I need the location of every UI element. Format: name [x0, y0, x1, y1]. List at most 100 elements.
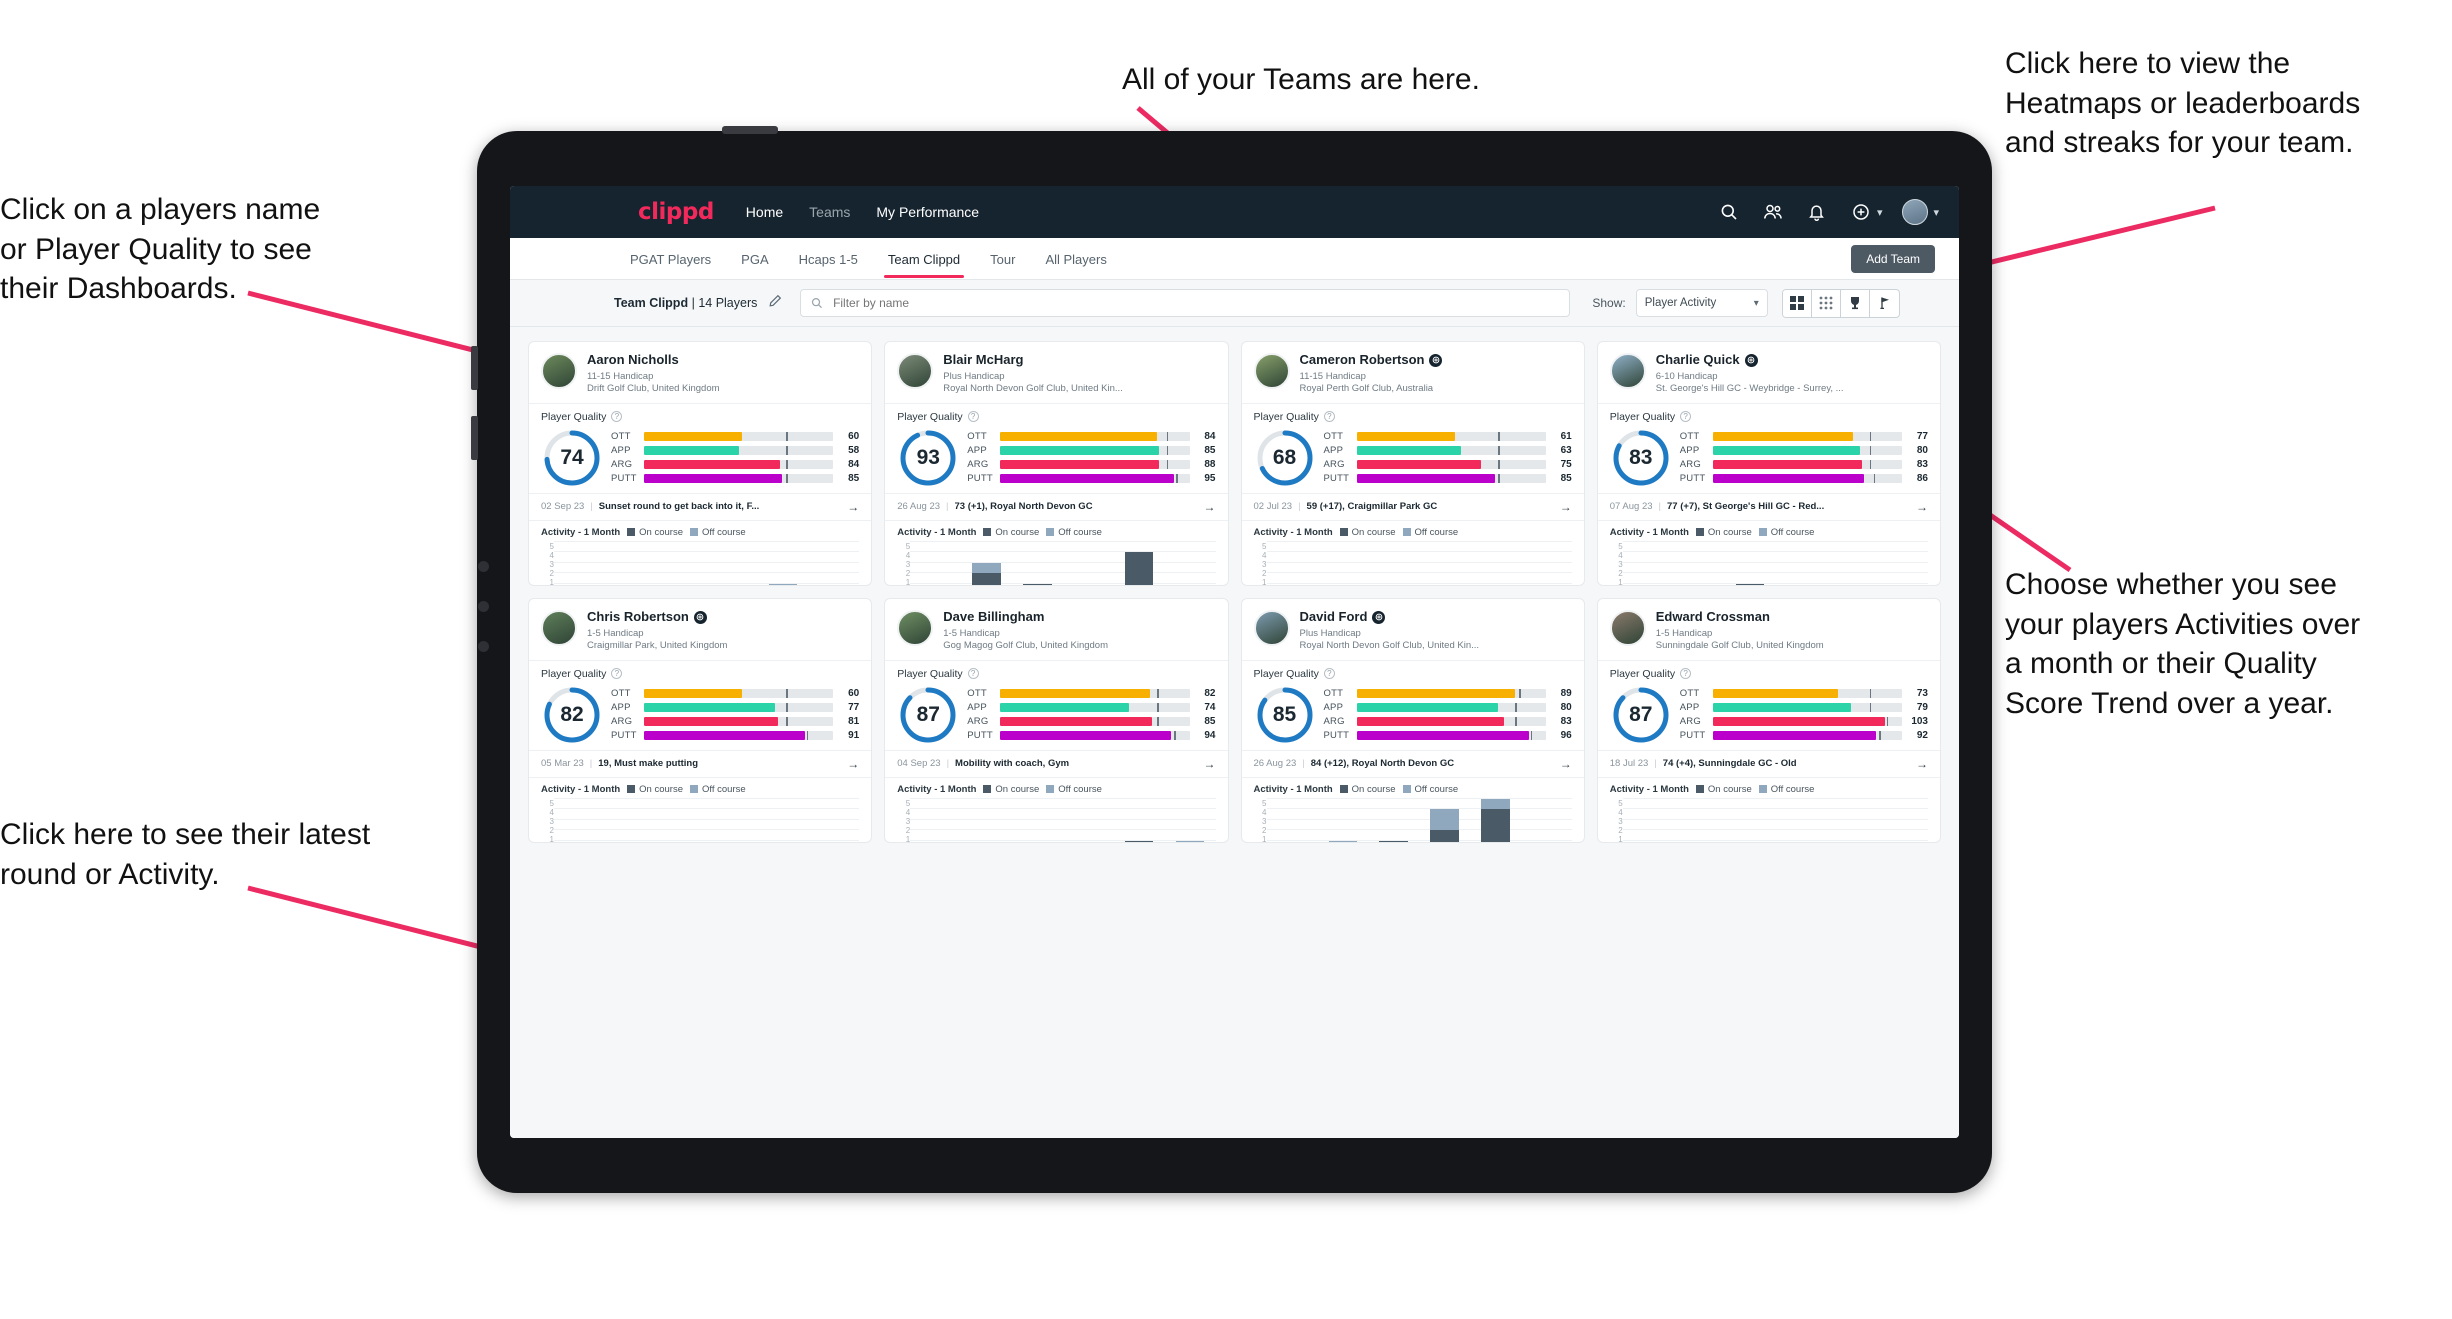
player-name-row[interactable]: Chris Robertson: [587, 609, 727, 625]
legend-swatch: [1758, 528, 1767, 537]
chevron-down-icon[interactable]: ▾: [1933, 206, 1939, 219]
player-quality-section[interactable]: Player Quality? 82 OTT 60 APP 77 ARG 81 PUTT 91: [529, 661, 871, 750]
latest-round-row[interactable]: 04 Sep 23 | Mobility with coach, Gym →: [885, 749, 1228, 778]
tab-all-players[interactable]: All Players: [1045, 240, 1106, 278]
view-toggle-group[interactable]: [1781, 288, 1900, 318]
player-club: Craigmillar Park, United Kingdom: [587, 639, 728, 651]
player-card-header[interactable]: Cameron Robertson 11-15 Handicap Royal Per…: [1241, 342, 1584, 404]
latest-round-row[interactable]: 26 Aug 23 | 84 (+12), Royal North Devon GC…: [1241, 749, 1584, 778]
latest-round-row[interactable]: 05 Mar 23 | 19, Must make putting →: [529, 749, 872, 778]
player-card[interactable]: Blair McHarg Plus Handicap Royal North Dev…: [884, 341, 1229, 586]
player-card[interactable]: Dave Billingham 1-5 Handicap Gog Magog Gol…: [884, 598, 1229, 843]
player-card-header[interactable]: Chris Robertson 1-5 Handicap Craigmillar P…: [529, 599, 872, 661]
arrow-right-icon[interactable]: →: [1916, 500, 1928, 514]
arrow-right-icon[interactable]: →: [1204, 500, 1216, 514]
chevron-down-icon[interactable]: ▾: [1877, 206, 1883, 219]
help-icon[interactable]: ?: [611, 411, 623, 423]
dots-grid-view-icon[interactable]: [1812, 289, 1841, 317]
help-icon[interactable]: ?: [1680, 411, 1692, 423]
player-card[interactable]: Cameron Robertson 11-15 Handicap Royal Per…: [1240, 341, 1585, 586]
player-name-row[interactable]: Blair McHarg: [943, 352, 1123, 368]
player-card[interactable]: Aaron Nicholls 11-15 Handicap Drift Golf C…: [528, 341, 873, 586]
search-icon[interactable]: [1718, 201, 1740, 223]
player-card[interactable]: David Ford Plus Handicap Royal North Devon…: [1240, 598, 1585, 843]
clippd-logo[interactable]: clippd: [638, 199, 714, 225]
player-quality-section[interactable]: Player Quality? 87 OTT 73 APP 79 ARG 103 PUTT 92: [1598, 661, 1940, 750]
activity-title: Activity - 1 Month: [1609, 526, 1689, 538]
metric-benchmark-tick: [785, 717, 788, 727]
help-icon[interactable]: ?: [1323, 411, 1335, 423]
help-icon[interactable]: ?: [611, 668, 623, 680]
flag-view-icon[interactable]: [1870, 290, 1899, 317]
latest-round-row[interactable]: 02 Sep 23 | Sunset round to get back into …: [529, 492, 872, 521]
help-icon[interactable]: ?: [967, 411, 979, 423]
grid-view-icon[interactable]: [1782, 289, 1812, 317]
player-card-header[interactable]: David Ford Plus Handicap Royal North Devon…: [1241, 599, 1584, 661]
latest-round-row[interactable]: 18 Jul 23 | 74 (+4), Sunningdale GC - Old →: [1597, 749, 1940, 778]
tab-tour[interactable]: Tour: [990, 240, 1015, 278]
latest-round-row[interactable]: 02 Jul 23 | 59 (+17), Craigmillar Park GC →: [1241, 492, 1584, 521]
player-card-header[interactable]: Charlie Quick 6-10 Handicap St. George's H…: [1597, 342, 1940, 404]
latest-round-row[interactable]: 07 Aug 23 | 77 (+7), St George's Hill GC -…: [1597, 492, 1940, 521]
help-icon[interactable]: ?: [1323, 668, 1335, 680]
metric-row: APP 80: [1680, 445, 1928, 456]
search-input-wrapper[interactable]: [800, 289, 1571, 317]
player-name-row[interactable]: Edward Crossman: [1656, 609, 1824, 625]
nav-link-my-performance[interactable]: My Performance: [876, 204, 979, 220]
player-quality-section[interactable]: Player Quality? 74 OTT 60 APP 58 ARG 84 PUTT 85: [529, 404, 871, 493]
avatar[interactable]: [1902, 199, 1929, 225]
player-quality-section[interactable]: Player Quality? 93 OTT 84 APP 85 ARG 88 PUTT 95: [885, 404, 1227, 493]
chart-y-tick: 5: [1618, 798, 1623, 808]
player-card[interactable]: Chris Robertson 1-5 Handicap Craigmillar P…: [528, 598, 873, 843]
player-card-header[interactable]: Dave Billingham 1-5 Handicap Gog Magog Gol…: [885, 599, 1228, 661]
player-quality-section[interactable]: Player Quality? 68 OTT 61 APP 63 ARG 75 PUTT 85: [1242, 404, 1584, 493]
metric-row: PUTT 92: [1680, 730, 1928, 741]
metric-label: OTT: [611, 431, 631, 443]
add-team-button[interactable]: Add Team: [1851, 245, 1935, 273]
volume-up-button[interactable]: [471, 346, 478, 390]
arrow-right-icon[interactable]: →: [1916, 757, 1928, 771]
help-icon[interactable]: ?: [1680, 668, 1692, 680]
player-name-row[interactable]: Aaron Nicholls: [587, 352, 720, 368]
arrow-right-icon[interactable]: →: [847, 757, 859, 771]
tab-pgat-players[interactable]: PGAT Players: [630, 240, 711, 278]
player-name-row[interactable]: Cameron Robertson: [1300, 352, 1443, 368]
bell-icon[interactable]: [1806, 201, 1828, 223]
chart-gridline: [910, 797, 1216, 799]
player-card[interactable]: Charlie Quick 6-10 Handicap St. George's H…: [1596, 341, 1941, 586]
nav-link-home[interactable]: Home: [746, 204, 783, 220]
tab-hcaps-1-5[interactable]: Hcaps 1-5: [799, 240, 858, 278]
player-name-row[interactable]: David Ford: [1300, 609, 1480, 625]
legend-off-course-label: Off course: [702, 783, 746, 795]
search-input[interactable]: [831, 295, 1560, 311]
player-quality-score: 74: [560, 445, 584, 469]
metric-fill: [1356, 703, 1499, 713]
people-icon[interactable]: [1762, 201, 1784, 223]
player-card[interactable]: Edward Crossman 1-5 Handicap Sunningdale G…: [1596, 598, 1941, 843]
edit-pencil-icon[interactable]: [769, 294, 782, 312]
help-icon[interactable]: ?: [967, 668, 979, 680]
metric-value: 79: [1916, 702, 1928, 714]
nav-link-teams[interactable]: Teams: [809, 204, 850, 220]
show-select[interactable]: Player Activity ▾: [1635, 289, 1768, 317]
volume-down-button[interactable]: [471, 416, 478, 460]
arrow-right-icon[interactable]: →: [847, 500, 859, 514]
arrow-right-icon[interactable]: →: [1560, 757, 1572, 771]
tab-pga[interactable]: PGA: [741, 240, 768, 278]
player-name: Blair McHarg: [943, 352, 1024, 367]
tab-team-clippd[interactable]: Team Clippd: [883, 240, 965, 278]
latest-round-row[interactable]: 26 Aug 23 | 73 (+1), Royal North Devon GC →: [885, 492, 1228, 521]
player-quality-section[interactable]: Player Quality? 83 OTT 77 APP 80 ARG 83 PUTT 86: [1598, 404, 1940, 493]
arrow-right-icon[interactable]: →: [1204, 757, 1216, 771]
player-card-header[interactable]: Aaron Nicholls 11-15 Handicap Drift Golf C…: [529, 342, 872, 404]
player-card-header[interactable]: Blair McHarg Plus Handicap Royal North Dev…: [885, 342, 1228, 404]
player-name-row[interactable]: Charlie Quick: [1656, 352, 1844, 368]
trophy-view-icon[interactable]: [1841, 289, 1870, 317]
player-quality-section[interactable]: Player Quality? 85 OTT 89 APP 80 ARG 83 PUTT 96: [1242, 661, 1584, 750]
plus-circle-icon[interactable]: [1850, 201, 1872, 223]
arrow-right-icon[interactable]: →: [1560, 500, 1572, 514]
player-quality-section[interactable]: Player Quality? 87 OTT 82 APP 74 ARG 85 PUTT 94: [885, 661, 1227, 750]
power-button[interactable]: [722, 126, 778, 134]
player-name-row[interactable]: Dave Billingham: [943, 609, 1108, 625]
player-card-header[interactable]: Edward Crossman 1-5 Handicap Sunningdale G…: [1597, 599, 1940, 661]
